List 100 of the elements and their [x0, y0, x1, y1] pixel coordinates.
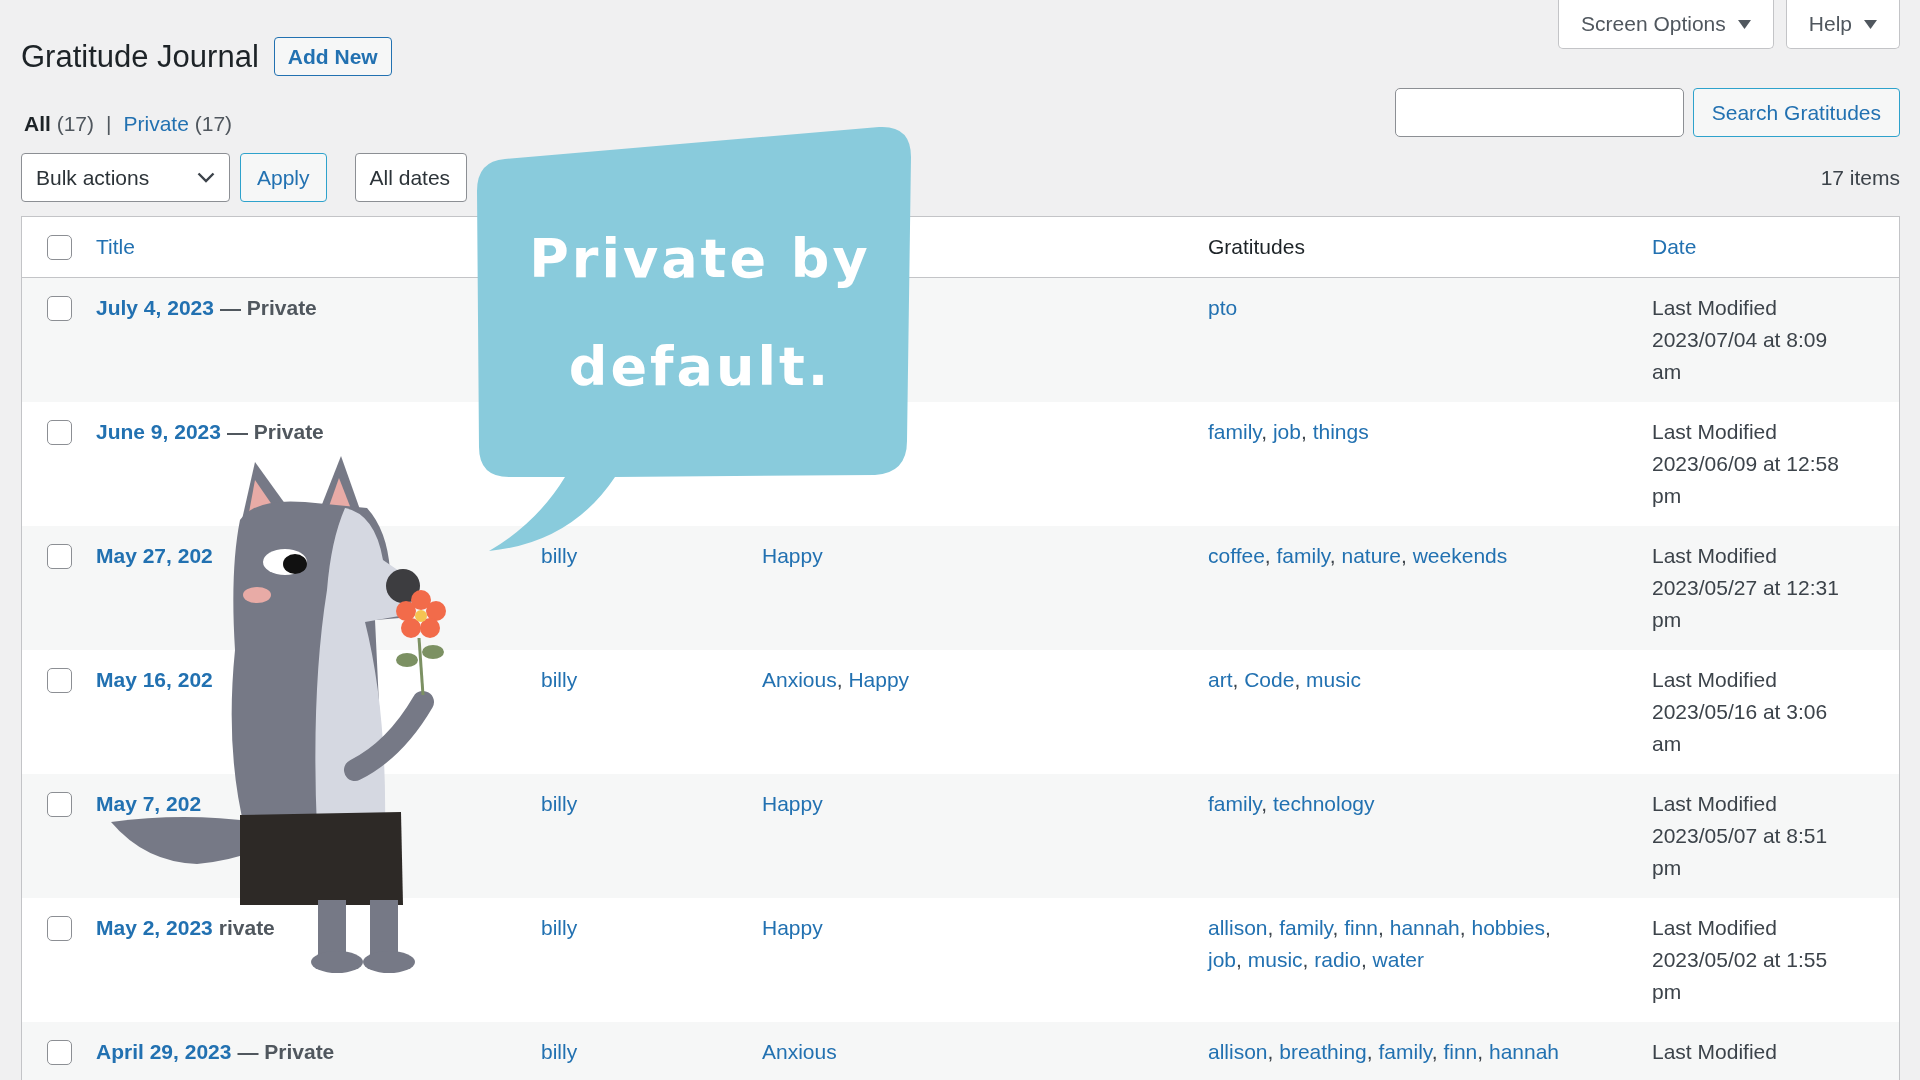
author-link[interactable]: billy — [541, 668, 578, 691]
list-separator: , — [1267, 1040, 1275, 1063]
gratitude-link[interactable]: breathing — [1279, 1040, 1367, 1063]
gratitude-link[interactable]: music — [1306, 668, 1361, 691]
bulk-actions-select[interactable]: Bulk actions — [21, 153, 230, 202]
mood-link[interactable]: Happy — [762, 544, 823, 567]
post-title-link[interactable]: July 4, 2023 — [96, 296, 214, 319]
screen-tab[interactable]: Screen Options — [1558, 0, 1774, 49]
post-title-link[interactable]: May 27, 202 — [96, 544, 213, 567]
mood-link[interactable]: Anxious — [762, 668, 837, 691]
list-separator: , — [836, 668, 844, 691]
screen-tab[interactable]: Help — [1785, 0, 1900, 49]
gratitude-link[interactable]: hannah — [1389, 916, 1460, 939]
row-checkbox[interactable] — [46, 668, 72, 693]
date-value: 2023/05/16 at 3:06 am — [1652, 699, 1829, 757]
row-checkbox[interactable] — [46, 234, 72, 260]
post-status: — Private — [237, 1040, 335, 1063]
add-new-button[interactable]: Add New — [273, 37, 392, 76]
date-filter-select[interactable]: All dates — [354, 153, 467, 202]
date-label: Last Modified — [1652, 295, 1778, 321]
apply-button[interactable]: Apply — [240, 153, 327, 202]
gratitude-link[interactable]: allison — [1208, 1040, 1268, 1063]
row-checkbox[interactable] — [46, 296, 72, 321]
post-title-link[interactable]: April 29, 2023 — [96, 1040, 232, 1063]
list-separator: , — [1332, 916, 1340, 939]
gratitude-link[interactable]: job — [1272, 420, 1301, 443]
gratitude-link[interactable]: job — [1208, 948, 1237, 971]
search-button[interactable]: Search Gratitudes — [1692, 88, 1900, 137]
list-separator: , — [1302, 948, 1310, 971]
row-checkbox[interactable] — [46, 544, 72, 569]
post-status: — Private — [219, 296, 317, 319]
list-separator: , — [1360, 948, 1368, 971]
gratitude-link[interactable]: water — [1372, 948, 1424, 971]
author-link[interactable]: billy — [541, 544, 578, 567]
gratitude-link[interactable]: music — [1247, 948, 1303, 971]
list-separator: , — [1236, 948, 1243, 971]
list-separator: , — [1267, 916, 1275, 939]
gratitude-link[interactable]: radio — [1314, 948, 1361, 971]
chevron-down-icon — [197, 172, 215, 183]
caret-icon — [1737, 19, 1751, 29]
date-value: 2023/05/02 at 1:55 pm — [1652, 947, 1829, 1005]
author-link[interactable]: billy — [541, 1040, 578, 1063]
post-title-link[interactable]: May 7, 202 — [96, 792, 202, 815]
gratitude-link[interactable]: art — [1208, 668, 1233, 691]
date-label: Last Modified — [1652, 419, 1778, 445]
caret-icon — [1864, 19, 1877, 29]
gratitude-link[interactable]: hobbies — [1471, 916, 1545, 939]
view-link[interactable]: All — [24, 112, 51, 135]
sort-column-link[interactable]: Date — [1642, 235, 1697, 258]
gratitude-link[interactable]: weekends — [1412, 544, 1508, 567]
date-label: Last Modified — [1652, 915, 1778, 941]
list-separator: , — [1477, 1040, 1485, 1063]
bubble-text: Private by default. — [528, 226, 872, 400]
view-link[interactable]: Private — [123, 112, 189, 135]
row-checkbox[interactable] — [46, 1040, 72, 1065]
gratitude-link[interactable]: family — [1276, 544, 1330, 567]
gratitude-link[interactable]: family — [1208, 792, 1262, 815]
date-value: 2023/06/09 at 12:58 pm — [1652, 451, 1840, 509]
date-label: Last Modified — [1652, 1039, 1778, 1065]
date-label: Last Modified — [1652, 543, 1778, 569]
post-title-link[interactable]: May 16, 202 — [96, 668, 213, 691]
mood-link[interactable]: Happy — [762, 916, 823, 939]
gratitude-link[interactable]: things — [1312, 420, 1369, 443]
gratitude-link[interactable]: pto — [1208, 296, 1238, 319]
gratitude-link[interactable]: technology — [1272, 792, 1375, 815]
list-separator: , — [1366, 1040, 1374, 1063]
list-separator: , — [1294, 668, 1302, 691]
view-count: (17) — [56, 112, 95, 135]
column-label: Gratitudes — [1207, 235, 1305, 258]
sort-column-link[interactable]: Title — [86, 235, 135, 258]
list-separator: , — [1401, 544, 1408, 567]
list-separator: , — [1261, 792, 1269, 815]
post-title-link[interactable]: May 2, 2023 — [96, 916, 213, 939]
mood-link[interactable]: Happy — [762, 792, 823, 815]
gratitude-link[interactable]: allison — [1208, 916, 1268, 939]
row-checkbox[interactable] — [46, 916, 72, 941]
page-title: Gratitude Journal — [21, 38, 259, 76]
list-separator: , — [1264, 544, 1272, 567]
mood-link[interactable]: Happy — [848, 668, 910, 691]
gratitude-link[interactable]: nature — [1341, 544, 1401, 567]
gratitude-link[interactable]: family — [1208, 420, 1262, 443]
gratitude-link[interactable]: coffee — [1208, 544, 1265, 567]
date-value: 2023/07/04 at 8:09 am — [1652, 327, 1829, 385]
author-link[interactable]: billy — [541, 792, 578, 815]
post-status: rivate — [218, 916, 275, 939]
gratitude-link[interactable]: hannah — [1488, 1040, 1560, 1063]
date-value: 2023/05/07 at 8:51 pm — [1652, 823, 1829, 881]
row-checkbox[interactable] — [46, 420, 72, 445]
gratitude-link[interactable]: family — [1279, 916, 1333, 939]
gratitude-link[interactable]: family — [1378, 1040, 1432, 1063]
gratitude-link[interactable]: Code — [1244, 668, 1295, 691]
mood-link[interactable]: Anxious — [762, 1040, 837, 1063]
view-count: (17) — [194, 112, 233, 135]
author-link[interactable]: billy — [541, 916, 578, 939]
gratitude-link[interactable]: finn — [1344, 916, 1379, 939]
items-count: 17 items — [1820, 165, 1900, 190]
gratitude-link[interactable]: finn — [1443, 1040, 1478, 1063]
row-checkbox[interactable] — [46, 792, 72, 817]
post-title-link[interactable]: June 9, 2023 — [96, 420, 221, 443]
search-field[interactable] — [1394, 88, 1684, 137]
